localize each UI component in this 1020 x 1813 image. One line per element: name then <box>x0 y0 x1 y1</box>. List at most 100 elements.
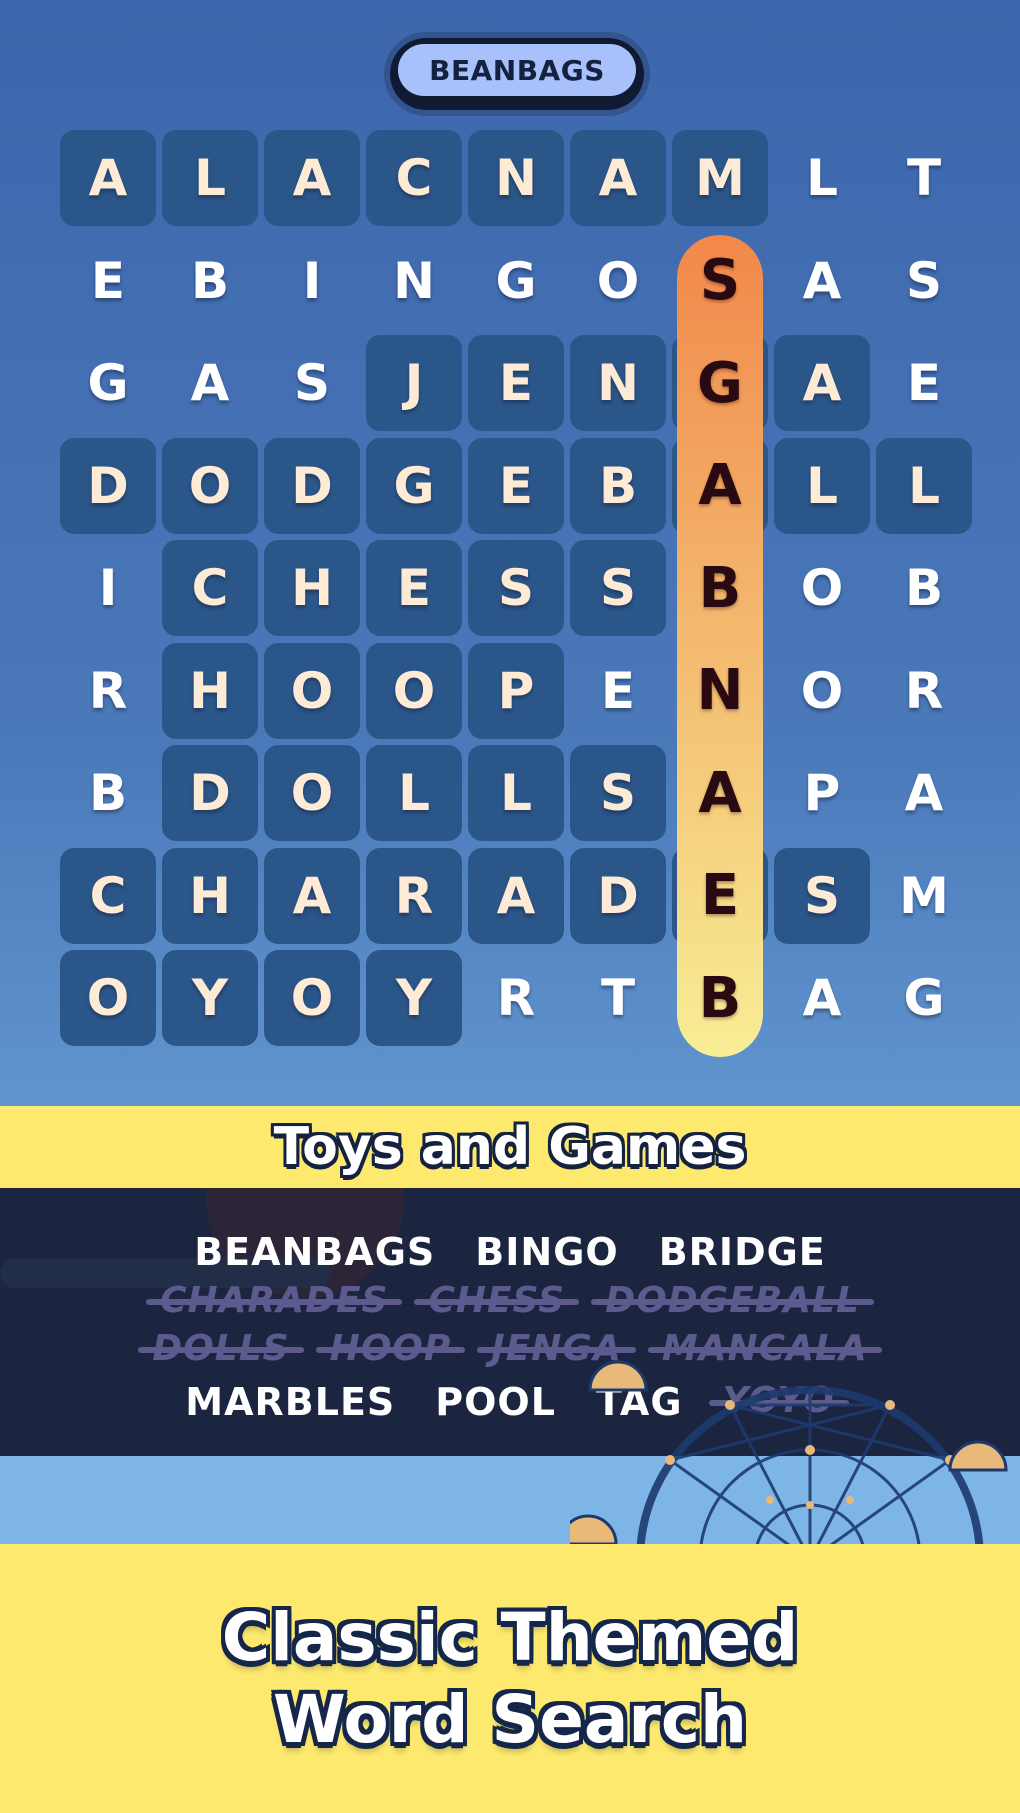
grid-cell[interactable]: A <box>570 130 666 226</box>
grid-cell[interactable]: L <box>774 130 870 226</box>
highlighted-letter[interactable]: B <box>672 540 768 636</box>
found-word: DODGEBALL <box>591 1280 874 1321</box>
tagline-line-2: Word Search <box>272 1680 748 1758</box>
grid-cell[interactable]: M <box>876 848 972 944</box>
grid-cell[interactable]: L <box>162 130 258 226</box>
grid-cell[interactable]: L <box>876 437 972 534</box>
letter-grid[interactable]: ALACNAMLTEBINGOSASGASJENGAEDODGEBALLICHE… <box>60 130 978 1057</box>
grid-cell[interactable]: G <box>468 233 564 329</box>
found-word: DOLLS <box>138 1328 304 1369</box>
highlighted-letter[interactable]: S <box>672 233 768 329</box>
grid-cell[interactable]: O <box>774 643 870 739</box>
grid-cell[interactable]: S <box>264 335 360 431</box>
grid-cell[interactable]: J <box>366 335 462 431</box>
grid-cell[interactable]: O <box>264 642 360 739</box>
word-list-row: BEANBAGS BINGO BRIDGE <box>0 1230 1020 1274</box>
grid-cell[interactable]: S <box>876 233 972 329</box>
grid-cell[interactable]: H <box>264 540 360 636</box>
grid-cell[interactable]: S <box>468 540 564 636</box>
grid-cell[interactable]: B <box>876 540 972 636</box>
grid-cell[interactable]: C <box>60 847 156 944</box>
grid-cell[interactable]: E <box>60 233 156 329</box>
grid-cell[interactable]: N <box>468 130 564 226</box>
grid-cell[interactable]: A <box>162 335 258 431</box>
grid-cell[interactable]: G <box>60 335 156 431</box>
highlighted-letter[interactable]: A <box>672 745 768 841</box>
grid-cell[interactable]: E <box>876 335 972 431</box>
grid-cell[interactable]: G <box>876 950 972 1046</box>
grid-cell[interactable]: O <box>774 540 870 636</box>
remaining-word: BINGO <box>475 1230 619 1274</box>
grid-cell[interactable]: O <box>264 745 360 841</box>
grid-cell[interactable]: A <box>264 847 360 944</box>
grid-cell[interactable]: B <box>162 233 258 329</box>
grid-cell[interactable]: R <box>876 643 972 739</box>
grid-cell[interactable]: E <box>366 540 462 636</box>
grid-cell[interactable]: L <box>468 745 564 841</box>
grid-cell[interactable]: N <box>366 233 462 329</box>
grid-cell[interactable]: O <box>366 642 462 739</box>
highlighted-letter[interactable]: G <box>672 335 768 431</box>
grid-cell[interactable]: A <box>60 130 156 226</box>
ferris-wheel-illustration <box>570 1360 1008 1544</box>
grid-cell[interactable]: I <box>264 233 360 329</box>
grid-cell[interactable]: I <box>60 540 156 636</box>
grid-cell[interactable]: G <box>366 437 462 534</box>
highlighted-letter[interactable]: N <box>672 643 768 739</box>
grid-cell[interactable]: P <box>468 642 564 739</box>
grid-cell[interactable]: H <box>162 642 258 739</box>
highlighted-letter[interactable]: A <box>672 438 768 534</box>
grid-cell[interactable]: R <box>366 847 462 944</box>
remaining-word: BEANBAGS <box>194 1230 436 1274</box>
grid-cell[interactable]: P <box>774 745 870 841</box>
found-word: CHARADES <box>146 1280 403 1321</box>
grid-cell[interactable]: O <box>60 950 156 1046</box>
grid-cell[interactable]: T <box>570 950 666 1046</box>
grid-cell[interactable]: Y <box>162 950 258 1046</box>
grid-cell[interactable]: A <box>774 950 870 1046</box>
grid-cell[interactable]: N <box>570 335 666 431</box>
grid-cell[interactable]: L <box>774 437 870 534</box>
remaining-word: POOL <box>435 1380 556 1424</box>
grid-cell[interactable]: C <box>162 540 258 636</box>
grid-cell[interactable]: R <box>60 643 156 739</box>
grid-cell[interactable]: H <box>162 847 258 944</box>
remaining-word: BRIDGE <box>658 1230 826 1274</box>
grid-cell[interactable]: S <box>570 540 666 636</box>
grid-cell[interactable]: E <box>570 643 666 739</box>
grid-cell[interactable]: T <box>876 130 972 226</box>
grid-cell[interactable]: A <box>876 745 972 841</box>
grid-cell[interactable]: E <box>468 437 564 534</box>
grid-cell[interactable]: D <box>60 437 156 534</box>
grid-cell[interactable]: O <box>264 950 360 1046</box>
grid-cell[interactable]: O <box>162 437 258 534</box>
grid-cell[interactable]: D <box>264 437 360 534</box>
grid-cell[interactable]: B <box>60 745 156 841</box>
grid-cell[interactable]: D <box>570 847 666 944</box>
grid-cell[interactable]: S <box>774 847 870 944</box>
current-word-badge: BEANBAGS <box>390 38 644 110</box>
grid-cell[interactable]: D <box>162 745 258 841</box>
grid-cell[interactable]: A <box>774 233 870 329</box>
grid-cell[interactable]: C <box>366 130 462 226</box>
grid-cell[interactable]: M <box>672 130 768 226</box>
tagline-line-1: Classic Themed <box>221 1598 799 1676</box>
grid-cell[interactable]: A <box>264 130 360 226</box>
found-word: HOOP <box>315 1328 466 1369</box>
remaining-word: MARBLES <box>185 1380 396 1424</box>
highlighted-letter[interactable]: B <box>672 950 768 1046</box>
grid-cell[interactable]: R <box>468 950 564 1046</box>
found-word: CHESS <box>414 1280 579 1321</box>
grid-cell[interactable]: O <box>570 233 666 329</box>
grid-cell[interactable]: B <box>570 437 666 534</box>
category-banner: Toys and Games <box>0 1106 1020 1188</box>
grid-cell[interactable]: Y <box>366 950 462 1046</box>
current-word-label: BEANBAGS <box>398 44 636 96</box>
grid-cell[interactable]: A <box>774 335 870 431</box>
grid-cell[interactable]: L <box>366 745 462 841</box>
highlighted-letter[interactable]: E <box>672 848 768 944</box>
tagline-banner: Classic Themed Word Search <box>0 1544 1020 1813</box>
grid-cell[interactable]: A <box>468 847 564 944</box>
grid-cell[interactable]: S <box>570 745 666 841</box>
grid-cell[interactable]: E <box>468 335 564 431</box>
